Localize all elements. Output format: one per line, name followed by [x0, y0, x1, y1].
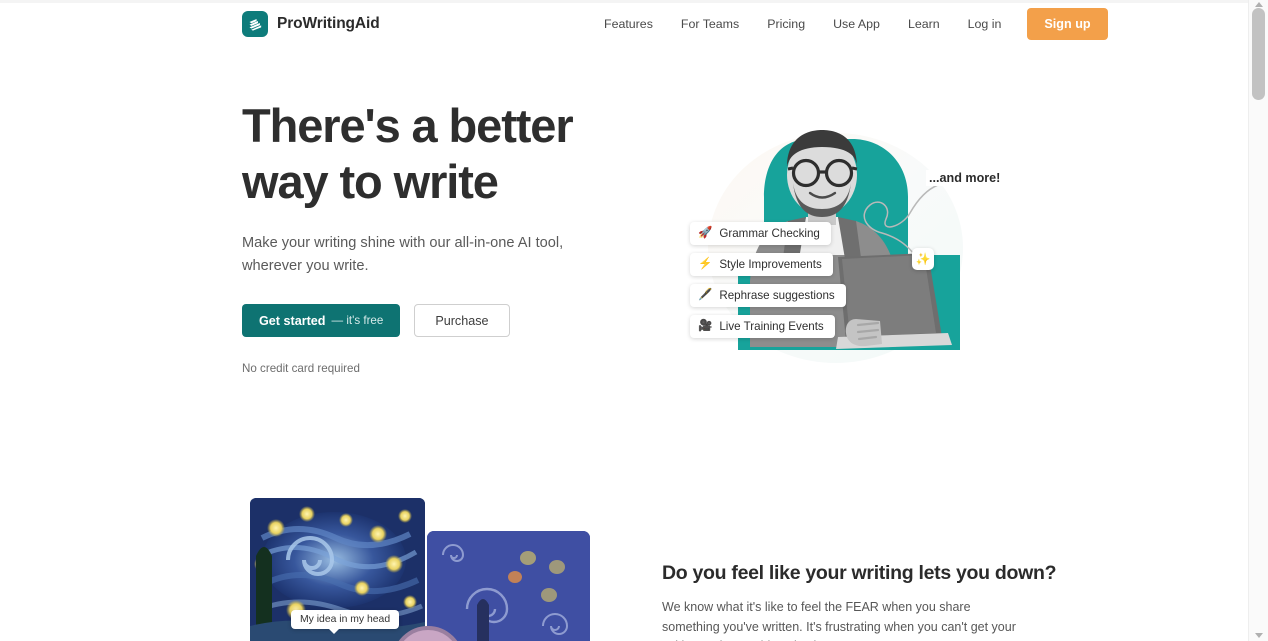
- purchase-button[interactable]: Purchase: [414, 304, 510, 337]
- get-started-label: Get started: [259, 313, 326, 328]
- feature-chip-rephrase-suggestions[interactable]: 🖋️ Rephrase suggestions: [690, 284, 846, 307]
- prowritingaid-logo-icon: [242, 11, 268, 37]
- lightning-icon: ⚡: [698, 257, 713, 270]
- feature-chip-list: 🚀 Grammar Checking ⚡ Style Improvements …: [690, 222, 846, 338]
- and-more-callout: ...and more!: [926, 170, 1004, 186]
- nav-item-pricing[interactable]: Pricing: [753, 0, 819, 48]
- feature-chip-style-improvements[interactable]: ⚡ Style Improvements: [690, 253, 833, 276]
- hero-copy: There's a better way to write Make your …: [242, 98, 622, 375]
- idea-tooltip: My idea in my head: [291, 610, 400, 634]
- nav-item-learn[interactable]: Learn: [894, 0, 954, 48]
- feature-chip-label: Grammar Checking: [719, 227, 820, 240]
- feature-chip-label: Live Training Events: [719, 320, 824, 333]
- rocket-icon: 🚀: [698, 226, 713, 239]
- get-started-button[interactable]: Get started — it's free: [242, 304, 401, 337]
- scroll-up-arrow-icon[interactable]: [1255, 2, 1263, 7]
- feature-chip-grammar-checking[interactable]: 🚀 Grammar Checking: [690, 222, 831, 245]
- brand-name: ProWritingAid: [277, 15, 380, 32]
- no-credit-card-note: No credit card required: [242, 362, 360, 375]
- main-nav: Features For Teams Pricing Use App Learn…: [604, 0, 1108, 48]
- feature-chip-live-training-events[interactable]: 🎥 Live Training Events: [690, 315, 835, 338]
- pain-point-body: We know what it's like to feel the FEAR …: [662, 600, 1016, 641]
- scrollbar-thumb[interactable]: [1252, 8, 1265, 100]
- pain-point-title: Do you feel like your writing lets you d…: [662, 562, 1057, 584]
- feature-chip-label: Rephrase suggestions: [719, 289, 835, 302]
- nav-item-features[interactable]: Features: [604, 0, 667, 48]
- hero-subtitle: Make your writing shine with our all-in-…: [242, 235, 564, 274]
- brand-logo-link[interactable]: ProWritingAid: [242, 11, 380, 37]
- page-title: There's a better way to write: [242, 98, 622, 210]
- hero-title-line-2: way to write: [242, 155, 499, 208]
- hero-title-line-1: There's a better: [242, 99, 574, 152]
- simplified-idea-board: [427, 531, 590, 641]
- video-camera-icon: 🎥: [698, 319, 713, 332]
- pen-icon: 🖋️: [698, 288, 713, 301]
- nav-item-log-in[interactable]: Log in: [954, 0, 1016, 48]
- page-root: ProWritingAid Features For Teams Pricing…: [0, 0, 1268, 641]
- sign-up-button[interactable]: Sign up: [1027, 8, 1108, 40]
- idea-comparison-illustration: My idea in my head: [250, 498, 590, 641]
- get-started-sublabel: — it's free: [331, 314, 384, 327]
- nav-item-use-app[interactable]: Use App: [819, 0, 894, 48]
- feature-chip-label: Style Improvements: [719, 258, 822, 271]
- scroll-down-arrow-icon[interactable]: [1255, 633, 1263, 638]
- hero-illustration: ✨ ...and more! 🚀 Grammar Checking ⚡ Styl…: [660, 105, 1020, 390]
- nav-item-for-teams[interactable]: For Teams: [667, 0, 753, 48]
- site-header: ProWritingAid Features For Teams Pricing…: [0, 0, 1248, 48]
- sparkles-icon: ✨: [912, 248, 934, 270]
- pain-point-section: Do you feel like your writing lets you d…: [662, 562, 1057, 641]
- vertical-scrollbar[interactable]: [1248, 0, 1268, 641]
- hero-cta-group: Get started — it's free Purchase: [242, 304, 622, 337]
